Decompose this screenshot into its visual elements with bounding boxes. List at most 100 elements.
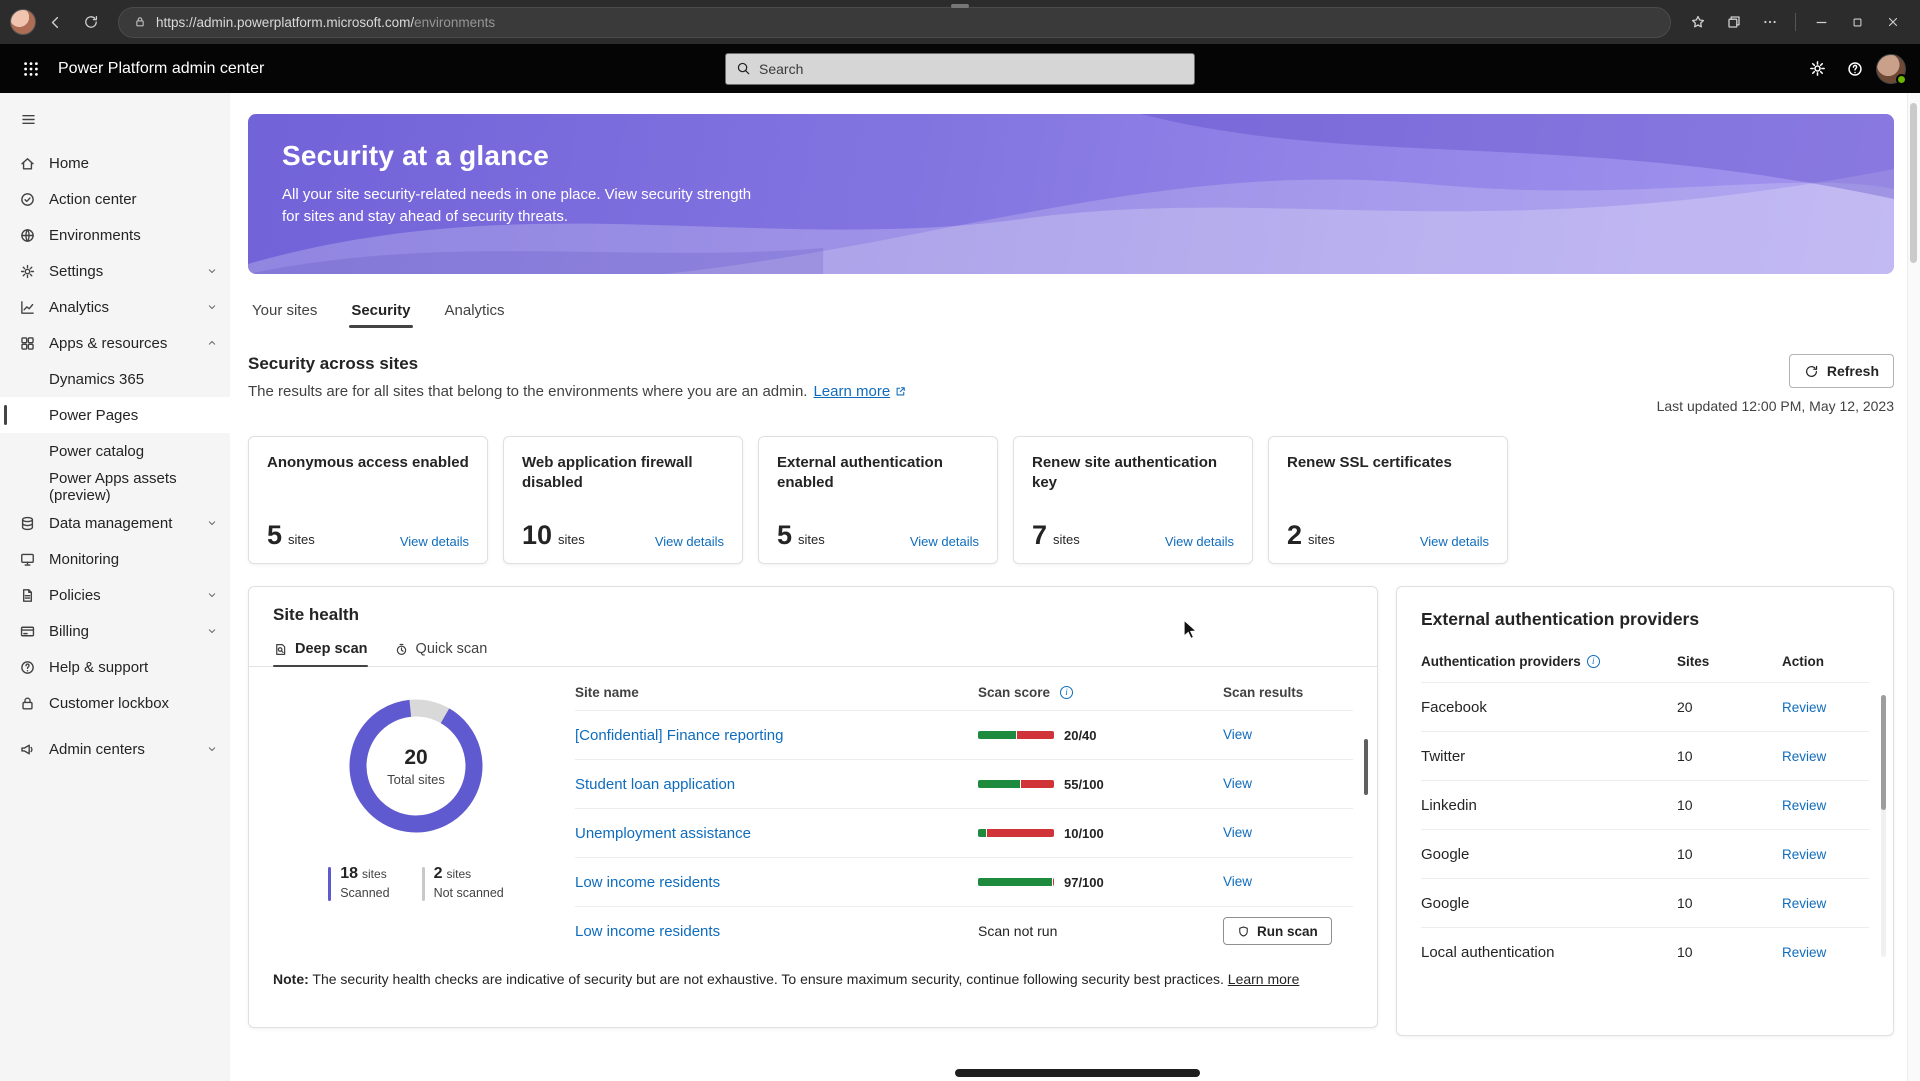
admin-icon [19,741,36,758]
info-icon[interactable] [1587,655,1600,668]
sidebar-item-billing[interactable]: Billing [0,613,230,649]
sidebar-item-admin-centers[interactable]: Admin centers [0,731,230,767]
tab-quick-scan[interactable]: Quick scan [394,641,488,666]
review-link[interactable]: Review [1782,945,1826,960]
global-search[interactable] [725,53,1195,85]
browser-menu-button[interactable] [1753,5,1787,39]
site-info-lock-icon[interactable] [133,15,147,29]
help-button[interactable] [1838,52,1872,86]
collections-button[interactable] [1717,5,1751,39]
scan-score-cell: 55/100 [978,777,1223,792]
page-scrollbar-thumb[interactable] [1910,103,1917,263]
sidebar-item-action-center[interactable]: Action center [0,181,230,217]
view-scan-link[interactable]: View [1223,776,1252,791]
close-button[interactable] [1876,5,1910,39]
site-name-link[interactable]: Student loan application [575,776,735,793]
sidebar-item-help-support[interactable]: Help & support [0,649,230,685]
search-input[interactable] [759,61,1184,77]
minimize-button[interactable] [1804,5,1838,39]
site-name-link[interactable]: Low income residents [575,923,720,940]
sidebar-item-policies[interactable]: Policies [0,577,230,613]
metric-card-bottom: 10sitesView details [522,522,724,549]
tab-security[interactable]: Security [349,298,412,328]
page-scrollbar[interactable] [1907,93,1920,1081]
url-text: https://admin.powerplatform.microsoft.co… [156,15,495,30]
view-details-link[interactable]: View details [910,534,979,549]
sidebar-item-analytics[interactable]: Analytics [0,289,230,325]
sidebar-item-monitoring[interactable]: Monitoring [0,541,230,577]
settings-icon [19,263,36,280]
tab-deep-scan[interactable]: Deep scan [273,641,368,666]
sidebar-toggle-button[interactable] [10,101,46,137]
view-details-link[interactable]: View details [1420,534,1489,549]
sidebar-item-home[interactable]: Home [0,145,230,181]
auth-scrollbar-thumb[interactable] [1881,695,1886,810]
auth-provider-row: Local authentication10Review [1421,927,1869,976]
review-link[interactable]: Review [1782,798,1826,813]
chevron-down-icon [206,589,218,601]
metric-card-value: 5 [267,520,282,550]
header-scan-results: Scan results [1223,685,1353,700]
scan-score-bar [978,780,1054,788]
site-health-table-header: Site name Scan score Scan results [575,681,1353,710]
browser-profile-avatar[interactable] [10,9,36,35]
sidebar-item-power-apps-assets-preview[interactable]: Power Apps assets (preview) [0,469,230,505]
sidebar-item-settings[interactable]: Settings [0,253,230,289]
account-avatar[interactable] [1876,54,1906,84]
view-scan-link[interactable]: View [1223,825,1252,840]
review-link[interactable]: Review [1782,700,1826,715]
waffle-menu-button[interactable] [14,52,48,86]
view-details-link[interactable]: View details [655,534,724,549]
provider-name: Facebook [1421,699,1677,716]
site-health-row: Low income residentsScan not runRun scan [575,906,1353,955]
scan-score-cell: 20/40 [978,728,1223,743]
view-scan-link[interactable]: View [1223,727,1252,742]
hero-subtitle: All your site security-related needs in … [282,184,752,228]
info-icon[interactable] [1060,686,1073,699]
sidebar-item-dynamics-365[interactable]: Dynamics 365 [0,361,230,397]
site-name-link[interactable]: Unemployment assistance [575,825,751,842]
donut-chart: 20 Total sites [341,691,491,841]
run-scan-button[interactable]: Run scan [1223,917,1332,945]
presence-indicator [1896,74,1907,85]
note-learn-more-link[interactable]: Learn more [1228,971,1300,987]
header-action: Action [1782,654,1869,669]
sidebar-item-apps-resources[interactable]: Apps & resources [0,325,230,361]
review-link[interactable]: Review [1782,749,1826,764]
sidebar-item-label: Power Apps assets (preview) [49,470,218,504]
auth-providers-header: Authentication providers Sites Action [1421,654,1869,682]
sidebar-item-label: Home [49,155,89,172]
sidebar-item-customer-lockbox[interactable]: Customer lockbox [0,685,230,721]
sidebar-item-environments[interactable]: Environments [0,217,230,253]
table-scrollbar-thumb[interactable] [1364,739,1368,795]
site-name-link[interactable]: Low income residents [575,874,720,891]
settings-button[interactable] [1800,52,1834,86]
auth-scrollbar[interactable] [1881,695,1886,957]
scan-score-bar [978,878,1054,886]
favorites-button[interactable] [1681,5,1715,39]
sidebar-item-data-management[interactable]: Data management [0,505,230,541]
tab-analytics[interactable]: Analytics [443,298,507,328]
sidebar-item-power-catalog[interactable]: Power catalog [0,433,230,469]
site-name-link[interactable]: [Confidential] Finance reporting [575,727,783,744]
sidebar-item-label: Monitoring [49,551,119,568]
scan-score-value: 97/100 [1064,875,1104,890]
site-health-note: Note: The security health checks are ind… [249,971,1377,987]
back-button[interactable] [38,5,72,39]
learn-more-link[interactable]: Learn more [813,383,907,400]
sidebar-item-power-pages[interactable]: Power Pages [0,397,230,433]
metric-card-external-authentication-enabled: External authentication enabled5sitesVie… [758,436,998,564]
view-details-link[interactable]: View details [1165,534,1234,549]
scan-score-bar [978,829,1054,837]
refresh-button[interactable]: Refresh [1789,354,1894,388]
address-bar[interactable]: https://admin.powerplatform.microsoft.co… [118,7,1671,38]
view-scan-link[interactable]: View [1223,874,1252,889]
horizontal-scrollbar-thumb[interactable] [955,1069,1200,1077]
review-link[interactable]: Review [1782,847,1826,862]
view-details-link[interactable]: View details [400,534,469,549]
maximize-button[interactable] [1840,5,1874,39]
reload-button[interactable] [74,5,108,39]
tab-your-sites[interactable]: Your sites [250,298,319,328]
metric-card-title: Web application firewall disabled [522,453,724,494]
review-link[interactable]: Review [1782,896,1826,911]
